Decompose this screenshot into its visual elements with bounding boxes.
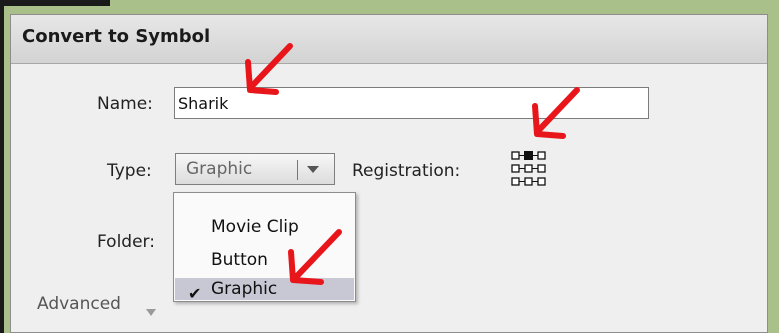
dialog-title: Convert to Symbol <box>22 26 211 47</box>
registration-grid-icon[interactable] <box>509 149 549 189</box>
advanced-toggle[interactable]: Advanced <box>37 294 121 314</box>
background-top <box>0 0 779 14</box>
registration-label: Registration: <box>352 161 461 181</box>
type-selected-value: Graphic <box>186 159 253 179</box>
annotation-arrow-icon <box>245 43 293 95</box>
menu-item-label: Graphic <box>211 279 278 299</box>
annotation-arrow-icon <box>532 87 580 139</box>
check-icon: ✔ <box>188 284 202 303</box>
dialog-titlebar[interactable]: Convert to Symbol <box>11 15 767 64</box>
name-label: Name: <box>97 94 153 114</box>
folder-label: Folder: <box>97 232 155 252</box>
chevron-down-icon[interactable] <box>307 166 319 173</box>
menu-item-label: Button <box>211 250 268 270</box>
background-edge-top <box>0 0 110 6</box>
advanced-chevron-icon[interactable] <box>146 309 156 316</box>
annotation-arrow-icon <box>288 229 342 285</box>
type-select[interactable]: Graphic <box>175 153 335 185</box>
type-label: Type: <box>107 161 152 181</box>
select-separator <box>297 160 298 180</box>
background-edge-left <box>0 0 4 333</box>
convert-to-symbol-dialog: Convert to Symbol Name: Type: Graphic Re… <box>10 14 768 333</box>
